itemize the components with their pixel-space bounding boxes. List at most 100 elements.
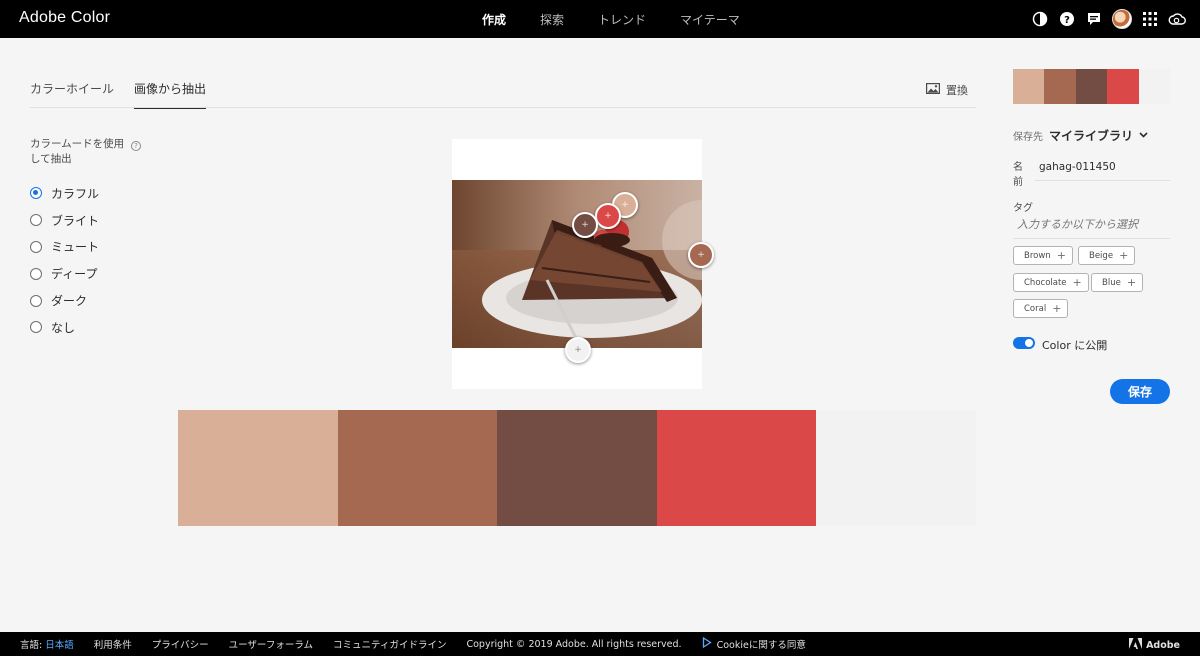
publish-label: Color に公開 <box>1042 339 1108 352</box>
mini-swatch-3 <box>1075 69 1108 104</box>
main-nav: 作成 探索 トレンド マイテーマ <box>482 11 740 28</box>
swatch-1[interactable] <box>178 410 338 526</box>
tag-label: タグ <box>1013 203 1033 214</box>
color-mood-label: カラームードを使用して抽出 <box>30 138 125 165</box>
adobe-icon <box>1129 638 1143 652</box>
plus-icon: + <box>1056 249 1066 262</box>
plus-icon: + <box>1072 276 1082 289</box>
mode-tabs: カラーホイール 画像から抽出 <box>30 80 207 109</box>
save-button[interactable]: 保存 <box>1110 379 1170 404</box>
copyright: Copyright © 2019 Adobe. All rights reser… <box>466 638 682 650</box>
mood-option-colorful[interactable]: カラフル <box>30 180 99 207</box>
name-field[interactable]: gahag-011450 <box>1039 161 1116 173</box>
tag-underline <box>1013 238 1170 239</box>
color-mood-options: カラフル ブライト ミュート ディープ ダーク なし <box>30 180 99 341</box>
tag-chip-label: Brown <box>1024 250 1051 261</box>
adobe-logo: Adobe <box>1129 638 1180 652</box>
name-label: 名前 <box>1013 162 1023 188</box>
ad-choices-icon <box>702 636 712 651</box>
mini-swatch-5 <box>1138 69 1171 104</box>
tab-color-wheel[interactable]: カラーホイール <box>30 80 114 109</box>
help-icon[interactable]: ? <box>131 141 141 151</box>
svg-text:?: ? <box>1064 15 1070 26</box>
swatch-3[interactable] <box>497 410 657 526</box>
tag-chip-blue[interactable]: Blue + <box>1091 273 1144 292</box>
language-value[interactable]: 日本語 <box>45 640 74 651</box>
plus-icon: + <box>1126 276 1137 289</box>
swatch-5[interactable] <box>816 410 976 526</box>
swatch-2[interactable] <box>337 410 498 526</box>
tag-input[interactable] <box>1017 218 1170 231</box>
mood-option-label: ダーク <box>51 294 88 309</box>
nav-explore[interactable]: 探索 <box>540 11 564 28</box>
footer-link-terms[interactable]: 利用条件 <box>94 637 132 651</box>
radio-button[interactable] <box>30 214 42 227</box>
tabs-divider <box>30 107 976 108</box>
swatch-4[interactable] <box>656 410 817 526</box>
library-select[interactable]: マイライブラリ <box>1049 127 1133 144</box>
tag-chip-label: Coral <box>1024 303 1047 314</box>
radio-button[interactable] <box>30 267 42 280</box>
tag-chip-label: Blue <box>1102 277 1121 288</box>
chat-icon[interactable] <box>1085 10 1103 28</box>
language-label: 言語: <box>20 640 43 651</box>
plus-icon: + <box>1119 249 1129 262</box>
avatar[interactable] <box>1112 9 1132 29</box>
half-circle-icon[interactable] <box>1031 10 1049 28</box>
radio-button[interactable] <box>30 321 42 334</box>
tag-chip-label: Chocolate <box>1024 277 1067 288</box>
creative-cloud-icon[interactable] <box>1168 10 1186 28</box>
mini-swatch-2 <box>1044 69 1076 104</box>
tag-chip-chocolate[interactable]: Chocolate + <box>1013 273 1089 292</box>
replace-image-button[interactable]: 置換 <box>926 82 968 98</box>
adobe-label: Adobe <box>1146 639 1180 651</box>
mood-option-none[interactable]: なし <box>30 314 99 341</box>
radio-button[interactable] <box>30 240 42 253</box>
mood-option-label: カラフル <box>51 186 100 201</box>
nav-my-themes[interactable]: マイテーマ <box>680 11 740 28</box>
tag-chip-coral[interactable]: Coral + <box>1013 299 1069 318</box>
chevron-down-icon[interactable] <box>1139 130 1148 141</box>
publish-toggle[interactable] <box>1013 337 1035 349</box>
mini-swatch-4 <box>1107 69 1139 104</box>
footer-link-forum[interactable]: ユーザーフォーラム <box>229 637 313 651</box>
tag-chip-beige[interactable]: Beige + <box>1078 246 1136 265</box>
cookie-label: Cookieに関する同意 <box>716 640 806 651</box>
tag-chip-label: Beige <box>1089 250 1114 261</box>
mood-option-label: なし <box>51 320 76 335</box>
radio-button[interactable] <box>30 294 42 307</box>
save-to-label: 保存先 <box>1013 132 1043 143</box>
nav-trends[interactable]: トレンド <box>598 11 646 28</box>
radio-button[interactable] <box>30 187 42 200</box>
top-bar: Adobe Color 作成 探索 トレンド マイテーマ ? <box>0 0 1200 38</box>
color-picker-handle[interactable]: + <box>565 337 591 363</box>
plus-icon: + <box>1052 302 1062 315</box>
save-destination: 保存先 マイライブラリ <box>1013 127 1148 144</box>
nav-create[interactable]: 作成 <box>482 11 506 28</box>
tab-extract-from-image[interactable]: 画像から抽出 <box>134 80 207 109</box>
footer: 言語: 日本語 利用条件 プライバシー ユーザーフォーラム コミュニティガイドラ… <box>0 632 1200 656</box>
help-icon[interactable]: ? <box>1058 10 1076 28</box>
replace-label: 置換 <box>946 84 968 97</box>
mood-option-deep[interactable]: ディープ <box>30 260 99 287</box>
language-selector[interactable]: 言語: 日本語 <box>20 637 74 651</box>
source-photo <box>452 180 702 348</box>
cookie-consent-link[interactable]: Cookieに関する同意 <box>702 636 806 651</box>
color-picker-handle[interactable]: + <box>595 203 621 229</box>
mood-option-muted[interactable]: ミュート <box>30 234 99 261</box>
palette-swatches <box>178 410 976 526</box>
footer-link-guidelines[interactable]: コミュニティガイドライン <box>333 637 446 651</box>
mood-option-bright[interactable]: ブライト <box>30 207 99 234</box>
name-underline <box>1035 180 1170 181</box>
color-picker-handle[interactable]: + <box>572 212 598 238</box>
mood-option-dark[interactable]: ダーク <box>30 287 99 314</box>
app-grid-icon[interactable] <box>1141 10 1159 28</box>
top-icons: ? <box>1031 9 1186 29</box>
mini-swatch-1 <box>1013 69 1045 104</box>
image-icon <box>926 83 941 97</box>
tag-chip-brown[interactable]: Brown + <box>1013 246 1073 265</box>
color-picker-handle[interactable]: + <box>688 242 714 268</box>
palette-preview <box>1013 69 1171 104</box>
footer-link-privacy[interactable]: プライバシー <box>152 637 209 651</box>
app-title[interactable]: Adobe Color <box>19 9 110 27</box>
